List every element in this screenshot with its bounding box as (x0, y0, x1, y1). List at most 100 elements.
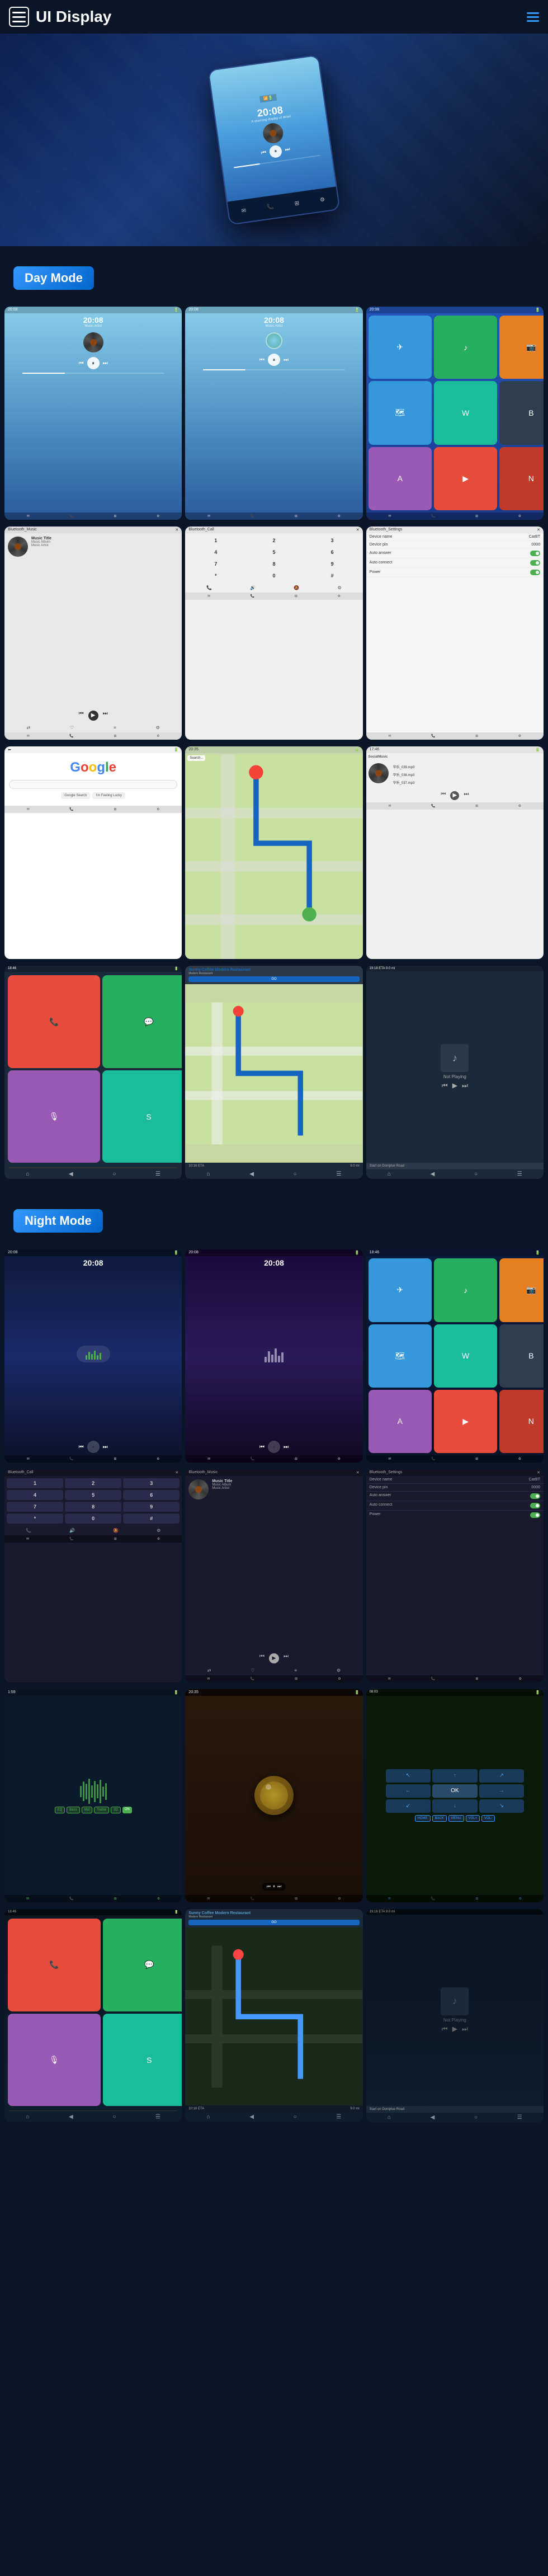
sc-apps[interactable]: ⊞ (475, 804, 478, 808)
nbm-auto[interactable]: ⚙ (338, 1677, 341, 1681)
wn-apps[interactable]: ⊞ (114, 1897, 117, 1901)
nbt-settings[interactable]: ⚙ (337, 1668, 341, 1673)
nbt-prev[interactable]: ⏮ (259, 1653, 264, 1663)
na-photos[interactable]: 📷 (499, 1258, 544, 1322)
fn-auto[interactable]: ⚙ (338, 1897, 341, 1901)
nav-ok[interactable]: OK (432, 1784, 477, 1798)
app-netflix[interactable]: N (499, 447, 544, 510)
nbm-apps[interactable]: ⊞ (295, 1677, 297, 1681)
fn-apps[interactable]: ⊞ (295, 1897, 297, 1901)
nn-auto[interactable]: ⚙ (519, 1897, 522, 1901)
nd-0[interactable]: 0 (65, 1513, 121, 1524)
na-youtube[interactable]: ▶ (434, 1390, 497, 1453)
s2-prev[interactable]: ⏮ (259, 357, 264, 363)
nc-speaker[interactable]: 🔊 (69, 1528, 75, 1533)
ncpm-back[interactable]: ◀ (431, 2114, 435, 2121)
s1-apps[interactable]: ⊞ (114, 514, 117, 518)
nav-downright[interactable]: ↘ (479, 1799, 525, 1813)
mn1-prev[interactable]: ⏮ (79, 1444, 84, 1450)
cp-back[interactable]: ◀ (69, 1171, 73, 1177)
cp-siri[interactable]: ○ (112, 1171, 116, 1177)
mn2-auto[interactable]: ⚙ (337, 1457, 340, 1461)
nbt-pw-toggle[interactable] (530, 1512, 540, 1518)
bt-next[interactable]: ⏭ (103, 711, 108, 721)
na-store[interactable]: A (369, 1390, 432, 1453)
na-bt[interactable]: B (499, 1324, 544, 1388)
mn1-play[interactable]: ⏸ (87, 1441, 100, 1453)
bt-list[interactable]: ≡ (114, 725, 116, 730)
app-bt[interactable]: B (499, 381, 544, 444)
wn-btn4[interactable]: Treble (94, 1807, 109, 1813)
ncp-back[interactable]: ◀ (69, 2114, 73, 2120)
wn-dial[interactable]: 📞 (69, 1897, 73, 1901)
hero-next-btn[interactable]: ⏭ (285, 146, 290, 153)
btm-dial[interactable]: 📞 (69, 734, 73, 738)
nbt-heart[interactable]: ♡ (251, 1668, 254, 1673)
nfk-2[interactable]: BACK (432, 1815, 447, 1822)
bts-auto[interactable]: ⚙ (518, 734, 521, 738)
fco-play[interactable]: ⏸ (273, 1884, 275, 1889)
nd-9[interactable]: 9 (123, 1502, 179, 1512)
dial-1[interactable]: 1 (187, 535, 244, 546)
nbt-music-close[interactable]: ✕ (356, 1470, 360, 1475)
fn-email[interactable]: ✉ (207, 1897, 210, 1901)
ncp-podcast[interactable]: 🎙 (8, 2014, 101, 2107)
nbm-email[interactable]: ✉ (207, 1677, 210, 1681)
call-btn2[interactable]: 🔊 (250, 585, 256, 590)
dial-star[interactable]: * (187, 571, 244, 581)
s2-play[interactable]: ⏸ (268, 354, 280, 366)
file-2[interactable]: 华乐_038.mp3 (391, 771, 541, 779)
bts-apps[interactable]: ⊞ (475, 734, 478, 738)
g-dial[interactable]: 📞 (69, 807, 73, 811)
ncp-m-prev[interactable]: ⏮ (442, 2025, 448, 2033)
ncp-home[interactable]: ⌂ (26, 2114, 29, 2120)
sc-dial[interactable]: 📞 (431, 804, 435, 808)
app-photos[interactable]: 📷 (499, 316, 544, 379)
na-waze[interactable]: W (434, 1324, 497, 1388)
bt-settings-close[interactable]: ✕ (537, 528, 540, 532)
wn-btn6[interactable]: ON (122, 1807, 132, 1813)
nd-7[interactable]: 7 (7, 1502, 63, 1512)
cp-app-spotify[interactable]: S (102, 1070, 182, 1163)
bt-heart[interactable]: ♡ (70, 725, 74, 730)
nfk-3[interactable]: MENU (448, 1815, 464, 1822)
cpm-menu[interactable]: ☰ (517, 1171, 522, 1177)
nfk-4[interactable]: VOL+ (466, 1815, 480, 1822)
nbt-call-close[interactable]: ✕ (175, 1470, 178, 1475)
app-maps[interactable]: 🗺 (369, 381, 432, 444)
s1-auto[interactable]: ⚙ (157, 514, 159, 518)
an-auto[interactable]: ⚙ (518, 1457, 521, 1461)
file-3[interactable]: 华乐_037.mp3 (391, 779, 541, 787)
nbt-shuffle[interactable]: ⇄ (207, 1668, 211, 1673)
nbs-dial[interactable]: 📞 (431, 1677, 435, 1681)
hero-play-btn[interactable]: ⏸ (268, 144, 282, 158)
hero-auto-btn[interactable]: ⚙ (319, 196, 325, 203)
na-music[interactable]: ♪ (434, 1258, 497, 1322)
mn2-prev[interactable]: ⏮ (259, 1444, 264, 1450)
nbt-list[interactable]: ≡ (294, 1668, 297, 1673)
wn-auto[interactable]: ⚙ (157, 1897, 160, 1901)
bts-email[interactable]: ✉ (388, 734, 391, 738)
ncp-phone[interactable]: 📞 (8, 1919, 101, 2011)
nd-4[interactable]: 4 (7, 1490, 63, 1500)
na-telegram[interactable]: ✈ (369, 1258, 432, 1322)
nd-6[interactable]: 6 (123, 1490, 179, 1500)
sc-prev[interactable]: ⏮ (441, 791, 446, 800)
nbt-settings-close[interactable]: ✕ (537, 1470, 540, 1475)
file-1[interactable]: 华乐_039.mp3 (391, 763, 541, 771)
app-waze[interactable]: W (434, 381, 497, 444)
mn1-auto[interactable]: ⚙ (157, 1457, 159, 1461)
app-youtube[interactable]: ▶ (434, 447, 497, 510)
menu-icon[interactable] (9, 7, 29, 27)
nd-star[interactable]: * (7, 1513, 63, 1524)
nc-settings[interactable]: ⚙ (157, 1528, 160, 1533)
cp-app-podcast[interactable]: 🎙 (8, 1070, 100, 1163)
nbs-apps[interactable]: ⊞ (475, 1677, 478, 1681)
nd-hash[interactable]: # (123, 1513, 179, 1524)
ncp-menu[interactable]: ☰ (155, 2114, 160, 2120)
cp-menu[interactable]: ☰ (155, 1171, 160, 1177)
auto-answer-toggle[interactable] (530, 551, 540, 556)
nc-call[interactable]: 📞 (26, 1528, 31, 1533)
google-search-btn[interactable]: Google Search (61, 792, 90, 799)
dial-6[interactable]: 6 (304, 547, 361, 557)
